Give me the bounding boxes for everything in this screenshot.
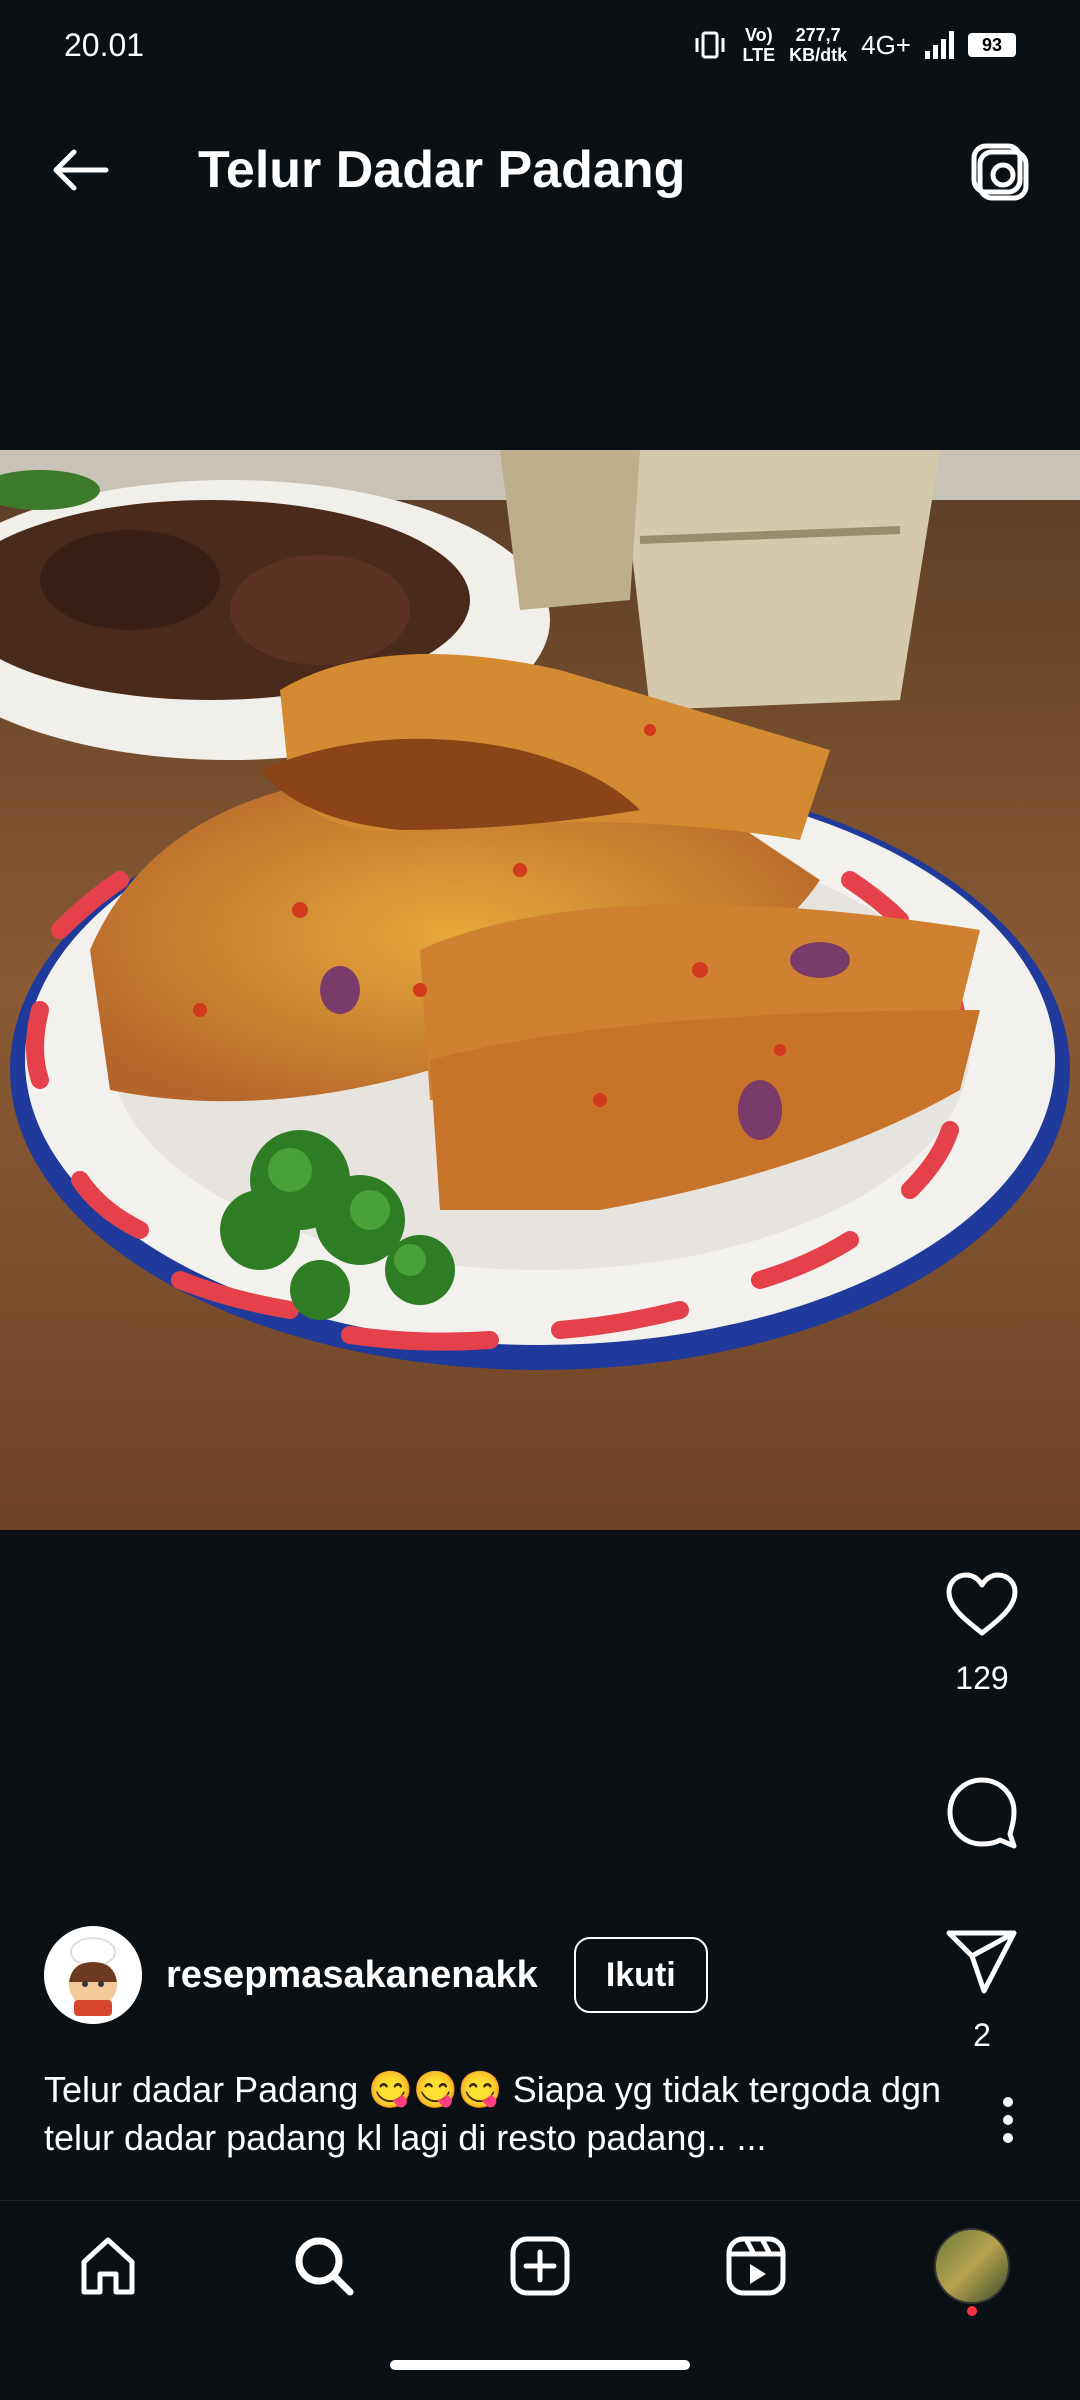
nav-search[interactable] xyxy=(274,2216,374,2316)
battery-icon: 93 xyxy=(968,33,1016,57)
status-time: 20.01 xyxy=(64,26,145,63)
nav-home[interactable] xyxy=(58,2216,158,2316)
share-button[interactable] xyxy=(937,1917,1027,2007)
search-icon xyxy=(295,2237,354,2296)
create-icon xyxy=(510,2236,570,2296)
signal-icon xyxy=(925,31,954,59)
follow-button[interactable]: Ikuti xyxy=(573,1937,708,2013)
camera-icon xyxy=(971,143,1029,201)
page-title: Telur Dadar Padang xyxy=(198,141,686,199)
comment-button[interactable] xyxy=(937,1767,1027,1857)
nav-create[interactable] xyxy=(490,2216,590,2316)
camera-button[interactable] xyxy=(960,130,1040,210)
more-vertical-icon xyxy=(1003,2097,1013,2143)
post-image[interactable] xyxy=(0,450,1080,1530)
like-count: 129 xyxy=(955,1660,1009,1696)
username[interactable]: resepmasakanenakk xyxy=(166,1954,538,1997)
header: Telur Dadar Padang xyxy=(0,110,1080,230)
comment-icon xyxy=(947,1777,1017,1849)
post-author: resepmasakanenakk Ikuti xyxy=(44,1926,708,2024)
status-bar: 20.01 Vo) LTE 277,7 KB/dtk 4G+ 93 xyxy=(0,0,1080,90)
post-caption[interactable]: Telur dadar Padang 😋😋😋 Siapa yg tidak te… xyxy=(44,2066,944,2162)
omelette-photo xyxy=(0,450,1080,1530)
home-indicator[interactable] xyxy=(390,2360,690,2370)
chef-avatar-icon xyxy=(44,1926,142,2024)
arrow-left-icon xyxy=(53,149,109,191)
vibrate-icon xyxy=(695,31,725,59)
status-icons: Vo) LTE 277,7 KB/dtk 4G+ 93 xyxy=(692,25,1016,65)
home-icon xyxy=(81,2237,135,2295)
reels-icon xyxy=(726,2236,786,2296)
profile-avatar xyxy=(934,2228,1010,2304)
notification-dot xyxy=(967,2306,977,2316)
bottom-navigation xyxy=(0,2200,1080,2331)
share-count: 2 xyxy=(973,2017,991,2053)
send-icon xyxy=(946,1930,1017,1994)
back-button[interactable] xyxy=(40,130,120,210)
volte-indicator: Vo) LTE xyxy=(742,25,776,65)
nav-profile[interactable] xyxy=(922,2216,1022,2316)
avatar[interactable] xyxy=(44,1926,142,2024)
nav-reels[interactable] xyxy=(706,2216,806,2316)
post-actions: 129 2 xyxy=(902,1560,1062,2124)
network-type: 4G+ xyxy=(861,29,911,60)
network-speed: 277,7 KB/dtk xyxy=(789,25,848,65)
heart-icon xyxy=(946,1572,1018,1636)
more-options-button[interactable] xyxy=(988,2090,1028,2150)
like-button[interactable] xyxy=(937,1560,1027,1650)
